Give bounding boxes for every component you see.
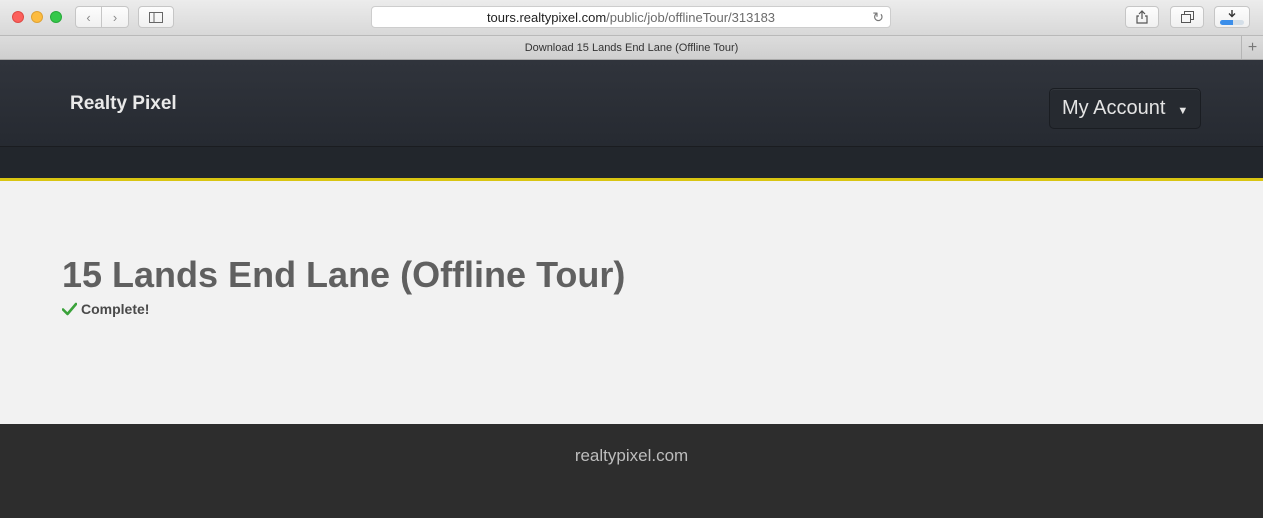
show-tabs-button[interactable]: [1170, 6, 1204, 28]
site-footer: realtypixel.com: [0, 424, 1263, 518]
download-progress-fill: [1220, 19, 1234, 25]
site-header: Realty Pixel My Account ▼: [0, 60, 1263, 146]
chevron-right-icon: ›: [112, 9, 118, 25]
chevron-left-icon: ‹: [86, 9, 91, 25]
tab-bar: Download 15 Lands End Lane (Offline Tour…: [0, 36, 1263, 60]
download-icon: [1228, 9, 1236, 17]
footer-domain[interactable]: realtypixel.com: [575, 446, 688, 465]
close-window-button[interactable]: [12, 11, 24, 23]
my-account-label: My Account: [1062, 97, 1166, 119]
address-bar[interactable]: tours.realtypixel.com/public/job/offline…: [371, 6, 891, 28]
browser-toolbar: ‹ › tours.realtypixel.com/public/job/off…: [0, 0, 1263, 36]
caret-down-icon: ▼: [1177, 104, 1189, 117]
plus-icon[interactable]: +: [1241, 36, 1263, 59]
sub-navigation-bar: [0, 146, 1263, 178]
url-host: tours.realtypixel.com: [486, 9, 607, 25]
forward-button[interactable]: ›: [102, 6, 129, 28]
main-content: 15 Lands End Lane (Offline Tour) Complet…: [0, 181, 1263, 424]
status-message: Complete!: [62, 301, 149, 317]
reload-icon[interactable]: ↻: [872, 9, 884, 26]
page-title: 15 Lands End Lane (Offline Tour): [62, 254, 626, 295]
status-text: Complete!: [81, 301, 150, 317]
minimize-window-button[interactable]: [31, 11, 43, 23]
download-progress-bar: [1220, 19, 1244, 25]
downloads-button[interactable]: [1214, 6, 1250, 28]
share-icon: [1136, 10, 1148, 24]
sidebar-toggle-button[interactable]: [138, 6, 174, 28]
sidebar-icon: [149, 11, 163, 23]
my-account-dropdown[interactable]: My Account ▼: [1049, 88, 1201, 129]
zoom-window-button[interactable]: [50, 11, 62, 23]
brand-logo[interactable]: Realty Pixel: [70, 93, 177, 115]
checkmark-icon: [62, 302, 77, 316]
share-button[interactable]: [1125, 6, 1159, 28]
tab-title[interactable]: Download 15 Lands End Lane (Offline Tour…: [525, 42, 739, 54]
url-path: /public/job/offlineTour/313183: [606, 9, 776, 25]
tabs-icon: [1180, 11, 1194, 23]
back-button[interactable]: ‹: [75, 6, 102, 28]
